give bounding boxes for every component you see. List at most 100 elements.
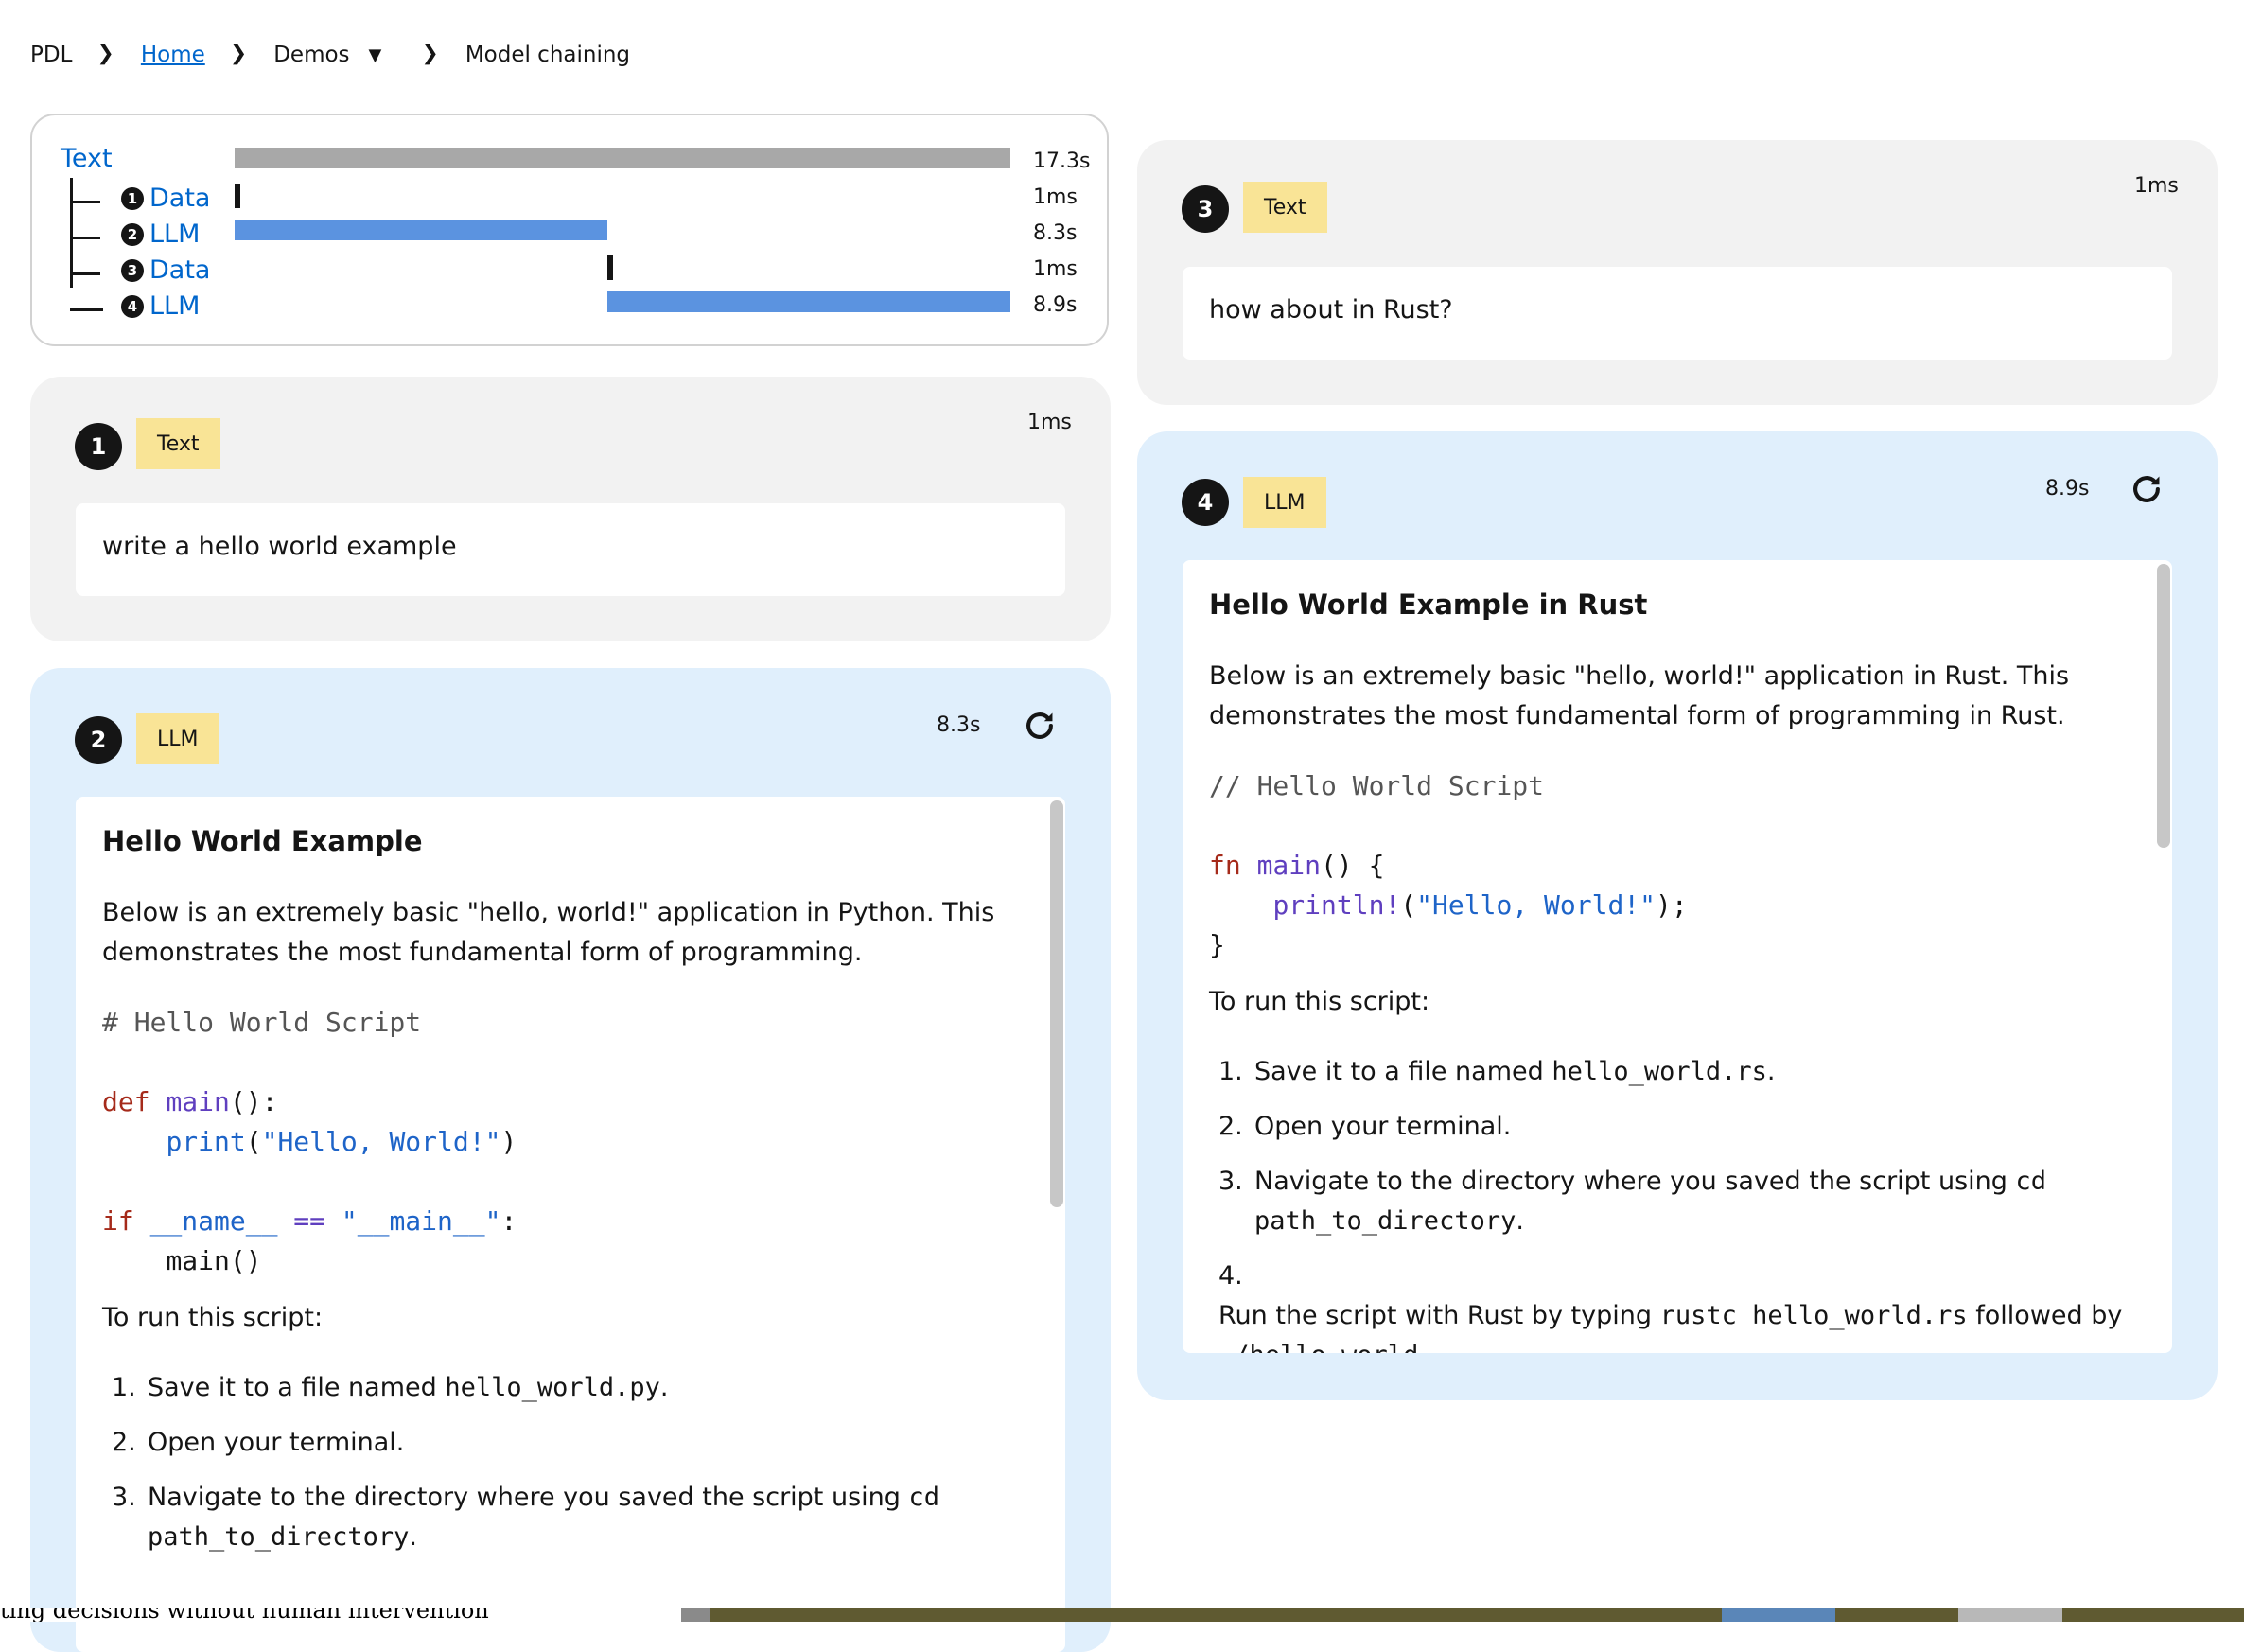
timeline-row-label: LLM <box>149 291 201 321</box>
list-number: 4. <box>1218 1261 1243 1291</box>
background-image <box>1958 1608 2062 1622</box>
code-macro: println! <box>1272 889 1401 921</box>
chevron-right-icon: ❯ <box>421 42 439 65</box>
code-line: main() <box>102 1245 262 1276</box>
step-badge: 3 <box>1182 185 1229 233</box>
inline-code: hello_world.rs <box>1552 1057 1767 1086</box>
code-keyword: def <box>102 1086 150 1117</box>
code-comment: # Hello World Script <box>102 1007 422 1038</box>
inline-code: rustc hello_world.rs <box>1659 1301 1968 1330</box>
list-text: Run the script with Rust by typing <box>1218 1301 1660 1330</box>
block-1-text: 1 Text 1ms write a hello world example <box>30 377 1111 641</box>
list-text: . <box>1418 1341 1427 1353</box>
background-image <box>681 1608 710 1622</box>
rerun-icon[interactable] <box>1022 708 1058 744</box>
tree-line <box>70 178 73 288</box>
timeline-row-llm-4[interactable]: 4 LLM <box>121 291 200 321</box>
timeline-root-link[interactable]: Text <box>61 144 113 173</box>
breadcrumb-current: Model chaining <box>465 43 631 67</box>
tree-branch <box>70 237 100 239</box>
block-content: write a hello world example <box>76 503 1065 596</box>
rerun-icon[interactable] <box>2129 471 2165 507</box>
output-heading: Hello World Example in Rust <box>1209 589 1648 621</box>
timeline-row-data-3[interactable]: 3 Data <box>121 255 210 285</box>
background-text: ting decisions without human interventio… <box>0 1608 489 1622</box>
code-text: ) <box>500 1126 517 1157</box>
list-text: Open your terminal. <box>1254 1112 1512 1141</box>
list-item: 4. Run the script with Rust by typing rus… <box>1218 1257 2134 1353</box>
list-text: . <box>1766 1057 1776 1086</box>
background-window-strip: ting decisions without human interventio… <box>0 1608 2244 1622</box>
step-badge: 2 <box>75 716 122 764</box>
inline-code: ./hello_world <box>1218 1341 1418 1353</box>
block-duration: 1ms <box>1027 411 1072 434</box>
timeline-row-data-1[interactable]: 1 Data <box>121 184 210 213</box>
code-text: : <box>500 1205 517 1237</box>
tree-branch <box>70 201 100 203</box>
output-paragraph: demonstrates the most fundamental form o… <box>1209 701 2065 730</box>
block-text-content: how about in Rust? <box>1209 295 1453 325</box>
output-heading: Hello World Example <box>102 825 423 857</box>
code-builtin: __name__ <box>149 1205 278 1237</box>
breadcrumb-home-link[interactable]: Home <box>141 43 205 67</box>
chevron-right-icon: ❯ <box>96 42 114 65</box>
code-line: } <box>1209 929 1225 960</box>
list-item: 2. Open your terminal. <box>112 1423 404 1463</box>
output-paragraph: To run this script: <box>102 1303 324 1332</box>
list-number: 3. <box>1218 1167 1243 1196</box>
block-content: how about in Rust? <box>1183 267 2172 360</box>
step-badge: 4 <box>1182 479 1229 526</box>
timeline-row-llm-2[interactable]: 2 LLM <box>121 220 200 249</box>
timeline-row-label: Data <box>149 184 211 213</box>
list-number: 2. <box>1218 1112 1243 1141</box>
block-text-content: write a hello world example <box>102 532 457 561</box>
inline-code: path_to_directory <box>1254 1206 1516 1236</box>
list-text: Save it to a file named <box>1254 1057 1552 1086</box>
step-number-badge: 1 <box>121 186 144 210</box>
list-item: 3. Navigate to the directory where you sa… <box>1218 1162 2046 1241</box>
tree-branch <box>70 272 100 275</box>
llm-output: Hello World Example in Rust Below is an … <box>1183 560 2172 1353</box>
step-number-badge: 2 <box>121 222 144 246</box>
code-builtin: print <box>166 1126 246 1157</box>
code-line: if __name__ == "__main__": <box>102 1205 517 1237</box>
output-paragraph: Below is an extremely basic "hello, worl… <box>102 898 995 927</box>
step-number-badge: 3 <box>121 258 144 282</box>
list-number: 1. <box>1218 1057 1243 1086</box>
timeline-row-time: 1ms <box>1033 185 1078 209</box>
block-2-llm: 2 LLM 8.3s Hello World Example Below is … <box>30 668 1111 1652</box>
output-paragraph: Below is an extremely basic "hello, worl… <box>1209 661 2070 691</box>
block-duration: 8.9s <box>2045 477 2090 501</box>
background-text-area: ting decisions without human interventio… <box>0 1608 681 1622</box>
timeline-root-time: 17.3s <box>1033 149 1091 173</box>
inline-code: hello_world.py <box>445 1373 660 1402</box>
block-kind-label: LLM <box>1243 477 1326 528</box>
code-string: "Hello, World!" <box>261 1126 501 1157</box>
code-comment: // Hello World Script <box>1209 770 1545 801</box>
breadcrumb-demos-label: Demos <box>273 43 350 67</box>
list-number: 1. <box>112 1373 136 1402</box>
code-keyword: if <box>102 1205 134 1237</box>
timeline-row-time: 8.9s <box>1033 293 1078 317</box>
code-string: "Hello, World!" <box>1416 889 1657 921</box>
list-item: 1. Save it to a file named hello_world.py… <box>112 1368 669 1408</box>
code-line: print("Hello, World!") <box>102 1126 517 1157</box>
step-number-badge: 4 <box>121 294 144 318</box>
code-keyword: fn <box>1209 850 1241 881</box>
block-kind-label: Text <box>1243 182 1327 233</box>
timeline-bar-llm-4 <box>606 291 1010 312</box>
timeline-bar-data-1 <box>235 184 240 208</box>
timeline-bar-data-3 <box>606 255 613 280</box>
scrollbar[interactable] <box>1050 800 1063 1207</box>
timeline-row-label: Data <box>149 255 211 285</box>
output-paragraph: To run this script: <box>1209 987 1430 1016</box>
scrollbar[interactable] <box>2157 564 2170 848</box>
inline-code: cd <box>908 1483 940 1512</box>
output-paragraph: demonstrates the most fundamental form o… <box>102 938 863 967</box>
code-text: main() <box>166 1245 262 1276</box>
block-3-text: 3 Text 1ms how about in Rust? <box>1137 140 2218 405</box>
code-line: println!("Hello, World!"); <box>1209 889 1687 921</box>
breadcrumb-demos-dropdown[interactable]: Demos ▼ <box>273 43 381 67</box>
inline-code: path_to_directory <box>148 1522 410 1552</box>
code-line: fn main() { <box>1209 850 1384 881</box>
